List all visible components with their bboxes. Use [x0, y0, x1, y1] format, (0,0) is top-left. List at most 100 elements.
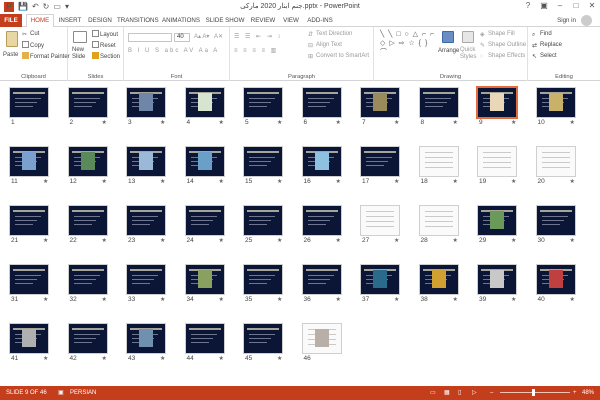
arrange-button[interactable]: Arrange	[438, 47, 459, 55]
transition-star-icon[interactable]: ★	[394, 119, 399, 126]
slide-thumbnail[interactable]	[361, 265, 399, 294]
convert-smartart-button[interactable]: ⊞ Convert to SmartArt	[308, 52, 369, 60]
save-icon[interactable]: 💾	[18, 2, 28, 12]
transition-star-icon[interactable]: ★	[570, 296, 575, 303]
slide-thumbnail[interactable]	[10, 265, 48, 294]
transition-star-icon[interactable]: ★	[160, 296, 165, 303]
quick-styles-button[interactable]: Quick Styles	[460, 47, 478, 61]
slide-thumbnail[interactable]	[185, 206, 224, 235]
zoom-slider-thumb[interactable]	[532, 389, 535, 396]
slide-thumbnail[interactable]	[419, 147, 458, 176]
transition-star-icon[interactable]: ★	[277, 296, 282, 303]
transition-star-icon[interactable]: ★	[219, 237, 224, 244]
transition-star-icon[interactable]: ★	[219, 296, 224, 303]
slide-thumbnail[interactable]	[127, 147, 165, 176]
reset-button[interactable]: Reset	[92, 41, 116, 50]
tab-slide-show[interactable]: SLIDE SHOW	[205, 15, 245, 27]
shape-fill-button[interactable]: ◈ Shape Fill	[480, 30, 515, 38]
slide-thumbnail[interactable]	[536, 265, 575, 294]
slide-thumbnail[interactable]	[419, 88, 458, 117]
transition-star-icon[interactable]: ★	[511, 178, 516, 185]
tab-home[interactable]: HOME	[26, 14, 54, 28]
slide-thumbnail[interactable]	[302, 206, 341, 235]
transition-star-icon[interactable]: ★	[102, 119, 107, 126]
slide-thumbnail[interactable]	[185, 265, 224, 294]
reading-view-icon[interactable]: ▯	[458, 386, 461, 400]
transition-star-icon[interactable]: ★	[160, 178, 165, 185]
copy-button[interactable]: Copy	[22, 41, 44, 50]
transition-star-icon[interactable]: ★	[43, 237, 48, 244]
slide-thumbnail[interactable]	[127, 265, 165, 294]
customize-toolbar-icon[interactable]: ▾	[65, 2, 69, 12]
redo-icon[interactable]: ↻	[43, 2, 50, 12]
grow-font-icon[interactable]: A▴ A▾	[194, 33, 209, 41]
transition-star-icon[interactable]: ★	[394, 178, 399, 185]
slideshow-view-icon[interactable]: ▷	[472, 386, 477, 400]
font-name-box[interactable]	[128, 33, 172, 42]
transition-star-icon[interactable]: ★	[219, 355, 224, 362]
slide-thumbnail[interactable]	[536, 206, 575, 235]
transition-star-icon[interactable]: ★	[219, 119, 224, 126]
transition-star-icon[interactable]: ★	[102, 237, 107, 244]
slide-thumbnail[interactable]	[127, 206, 165, 235]
spell-check-icon[interactable]: ▣	[58, 386, 64, 400]
slide-thumbnail[interactable]	[127, 88, 165, 117]
slide-thumbnail[interactable]	[185, 147, 224, 176]
transition-star-icon[interactable]: ★	[570, 178, 575, 185]
transition-star-icon[interactable]: ★	[511, 296, 516, 303]
normal-view-icon[interactable]: ▭	[430, 386, 436, 400]
slide-thumbnail[interactable]	[10, 324, 48, 353]
transition-star-icon[interactable]: ★	[160, 119, 165, 126]
transition-star-icon[interactable]: ★	[570, 237, 575, 244]
paste-button[interactable]: Paste	[3, 51, 18, 59]
slide-thumbnail[interactable]	[361, 147, 399, 176]
transition-star-icon[interactable]: ★	[336, 237, 341, 244]
slide-thumbnail[interactable]	[302, 265, 341, 294]
slide-thumbnail[interactable]	[419, 206, 458, 235]
sign-in-link[interactable]: Sign in	[557, 17, 576, 24]
shape-effects-button[interactable]: ◌ Shape Effects	[480, 52, 525, 60]
shape-outline-button[interactable]: ✎ Shape Outline	[480, 41, 526, 49]
slide-thumbnail[interactable]	[244, 206, 282, 235]
slide-thumbnail[interactable]	[536, 147, 575, 176]
layout-button[interactable]: Layout	[92, 30, 118, 39]
zoom-out-icon[interactable]: –	[490, 386, 493, 400]
section-button[interactable]: Section	[92, 52, 120, 61]
format-painter-button[interactable]: Format Painter	[22, 52, 70, 61]
shapes-gallery[interactable]: ╲ ╲ □ ○ △ ⌐ ⌐ ◇ ▷ ⇨ ☆ { } ⌒	[380, 30, 436, 57]
transition-star-icon[interactable]: ★	[511, 237, 516, 244]
transition-star-icon[interactable]: ★	[511, 119, 516, 126]
select-button[interactable]: ↖ Select	[532, 52, 557, 60]
list-buttons[interactable]: ☰ ☰ ⇤ ⇥ ↕	[234, 33, 282, 41]
new-slide-button[interactable]: New Slide	[72, 47, 90, 61]
slide-thumbnail[interactable]	[68, 265, 107, 294]
slide-thumbnail[interactable]	[536, 88, 575, 117]
font-size-box[interactable]: 40	[174, 33, 190, 42]
tab-insert[interactable]: INSERT	[57, 15, 83, 27]
transition-star-icon[interactable]: ★	[453, 119, 458, 126]
avatar[interactable]	[581, 15, 592, 26]
transition-star-icon[interactable]: ★	[102, 296, 107, 303]
transition-star-icon[interactable]: ★	[277, 178, 282, 185]
transition-star-icon[interactable]: ★	[43, 355, 48, 362]
slide-thumbnail[interactable]	[10, 206, 48, 235]
minimize-icon[interactable]: –	[554, 1, 566, 10]
slide-thumbnail[interactable]	[361, 206, 399, 235]
tab-file[interactable]: FILE	[0, 14, 22, 27]
transition-star-icon[interactable]: ★	[102, 178, 107, 185]
tab-transitions[interactable]: TRANSITIONS	[117, 15, 159, 27]
transition-star-icon[interactable]: ★	[336, 296, 341, 303]
transition-star-icon[interactable]: ★	[336, 119, 341, 126]
close-icon[interactable]: ✕	[586, 1, 598, 10]
transition-star-icon[interactable]: ★	[394, 296, 399, 303]
slide-thumbnail[interactable]	[478, 206, 516, 235]
slide-thumbnail[interactable]	[361, 88, 399, 117]
quick-styles-icon[interactable]	[462, 31, 474, 43]
slide-thumbnail[interactable]	[244, 88, 282, 117]
slide-thumbnail[interactable]	[68, 206, 107, 235]
slide-thumbnail[interactable]	[185, 324, 224, 353]
tab-animations[interactable]: ANIMATIONS	[161, 15, 201, 27]
slide-thumbnail[interactable]	[68, 88, 107, 117]
tab-review[interactable]: REVIEW	[249, 15, 277, 27]
tab-add-ins[interactable]: ADD-INS	[305, 15, 335, 27]
